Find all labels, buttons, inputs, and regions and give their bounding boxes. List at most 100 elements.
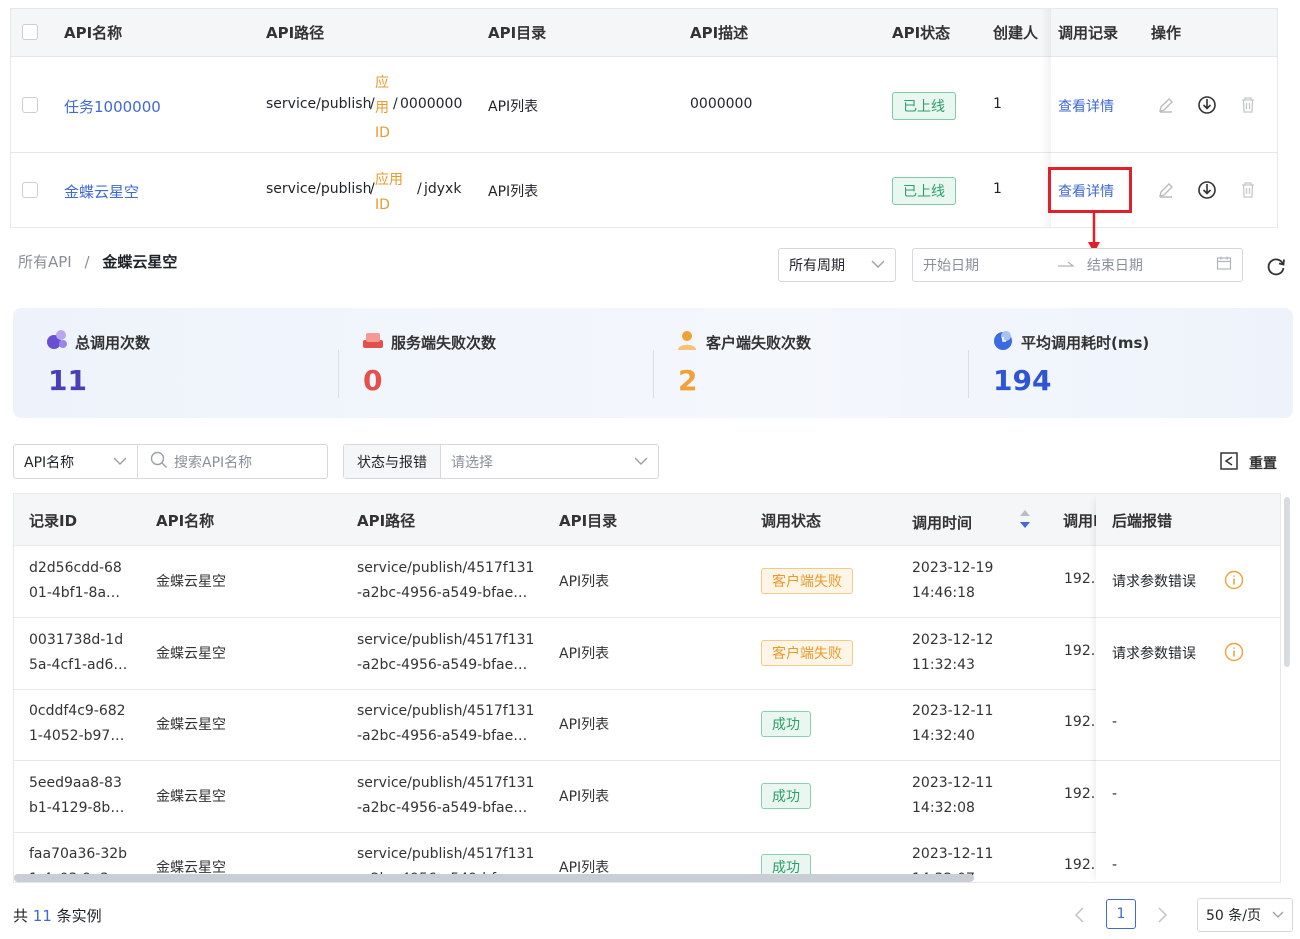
- stat-value: 11: [48, 364, 87, 397]
- chevron-down-icon: [113, 454, 127, 470]
- record-api-dir: API列表: [559, 717, 610, 733]
- total-suffix: 条实例: [56, 907, 102, 925]
- api-row: 任务1000000 service/publish / 应 用 ID / 000…: [11, 57, 1277, 153]
- view-detail-link[interactable]: 查看详情: [1058, 96, 1114, 116]
- api-path-suffix: 0000000: [400, 96, 463, 112]
- stat-server-failures: 服务端失败次数: [361, 328, 496, 356]
- table-row[interactable]: 5eed9aa8-83 b1-4129-8b… 金蝶云星空 service/publi…: [14, 761, 1280, 833]
- col-api-dir: API目录: [559, 512, 618, 530]
- record-id-line1: d2d56cdd-68: [29, 560, 122, 576]
- info-icon[interactable]: [1224, 642, 1244, 666]
- api-name-link[interactable]: 金蝶云星空: [64, 181, 139, 202]
- status-filter-group: 状态与报错 请选择: [343, 444, 659, 479]
- stat-label: 客户端失败次数: [706, 333, 812, 352]
- horizontal-scrollbar[interactable]: [14, 874, 974, 882]
- col-backend-error: 后端报错: [1112, 512, 1173, 530]
- stat-value: 2: [678, 364, 698, 397]
- stat-client-failures: 客户端失败次数: [676, 328, 811, 356]
- status-badge: 已上线: [892, 92, 956, 120]
- reset-icon: [1219, 451, 1239, 475]
- record-api-name: 金蝶云星空: [156, 645, 226, 662]
- highlight-box: [1048, 167, 1132, 213]
- record-api-dir: API列表: [559, 645, 610, 662]
- record-id-line1: faa70a36-32b: [29, 846, 128, 862]
- backend-error-text: 请求参数错误: [1112, 574, 1196, 590]
- end-date-input[interactable]: 结束日期: [1087, 255, 1216, 275]
- error-cell: -: [1096, 832, 1280, 882]
- record-api-path: service/publish/4517f131 -a2bc-4956-a549-…: [357, 628, 534, 678]
- edit-icon[interactable]: [1155, 179, 1177, 201]
- record-path-line2: -a2bc-4956-a549-bfae…: [357, 585, 528, 601]
- total-prefix: 共: [13, 907, 29, 925]
- record-time: 14:46:18: [912, 585, 975, 601]
- record-path-line1: service/publish/4517f131: [357, 703, 535, 719]
- info-icon[interactable]: [1224, 570, 1244, 594]
- server-error-icon: [361, 328, 385, 356]
- creator: 1: [993, 181, 1002, 197]
- stat-avg-latency: 平均调用耗时(ms): [991, 328, 1149, 356]
- start-date-input[interactable]: 开始日期: [923, 255, 1057, 275]
- status-filter-select[interactable]: 请选择: [441, 452, 658, 472]
- page-button-current[interactable]: 1: [1106, 899, 1136, 929]
- prev-page-icon[interactable]: [1073, 906, 1087, 928]
- backend-error-text: -: [1112, 785, 1118, 802]
- publish-icon[interactable]: [1196, 179, 1218, 201]
- table-row[interactable]: 0031738d-1d 5a-4cf1-ad6… 金蝶云星空 service/publ…: [14, 618, 1280, 690]
- record-date: 2023-12-12: [912, 631, 994, 648]
- record-api-path: service/publish/4517f131 -a2bc-4956-a549-…: [357, 771, 534, 821]
- record-id: 5eed9aa8-83 b1-4129-8b…: [29, 771, 124, 821]
- breadcrumb: 所有API / 金蝶云星空: [18, 251, 177, 272]
- col-api-name: API名称: [64, 24, 123, 42]
- stat-value: 194: [993, 364, 1052, 397]
- delete-icon[interactable]: [1237, 179, 1259, 201]
- stats-panel: 总调用次数 11 服务端失败次数 0 客户端失败次数 2 平均调用耗时(ms) …: [13, 308, 1293, 418]
- table-row[interactable]: 0cddf4c9-682 1-4052-b97… 金蝶云星空 service/publ…: [14, 689, 1280, 761]
- record-id-line2: 01-4bf1-8a…: [29, 585, 121, 601]
- api-path-prefix: service/publish: [266, 96, 372, 112]
- search-input[interactable]: 搜索API名称: [174, 452, 252, 472]
- breadcrumb-root[interactable]: 所有API: [18, 253, 72, 271]
- edit-icon[interactable]: [1155, 94, 1177, 116]
- backend-error-text: -: [1112, 714, 1118, 730]
- next-page-icon[interactable]: [1155, 906, 1169, 928]
- row-checkbox[interactable]: [22, 97, 38, 113]
- period-select[interactable]: 所有周期: [778, 248, 896, 282]
- record-date: 2023-12-19: [912, 560, 994, 576]
- api-path-app-id: 应用 ID: [375, 172, 403, 213]
- delete-icon[interactable]: [1237, 94, 1259, 116]
- record-path-line2: -a2bc-4956-a549-bfae…: [357, 656, 528, 673]
- api-path-prefix: service/publish: [266, 181, 372, 197]
- record-date: 2023-12-11: [912, 846, 994, 862]
- stat-label: 平均调用耗时(ms): [1021, 333, 1150, 352]
- date-range-picker[interactable]: 开始日期 结束日期: [912, 248, 1243, 282]
- total-count: 共 11 条实例: [13, 905, 102, 926]
- breadcrumb-separator: /: [84, 253, 90, 271]
- api-dir: API列表: [488, 184, 539, 200]
- stat-value: 0: [363, 364, 383, 397]
- sort-icon[interactable]: [1018, 508, 1032, 534]
- record-id: 0cddf4c9-682 1-4052-b97…: [29, 699, 126, 749]
- record-id-line1: 0cddf4c9-682: [29, 703, 126, 719]
- chevron-down-icon: [871, 257, 885, 273]
- refresh-icon[interactable]: [1265, 255, 1287, 281]
- table-row[interactable]: d2d56cdd-68 01-4bf1-8a… 金蝶云星空 service/publi…: [14, 546, 1280, 618]
- stat-divider: [968, 350, 969, 398]
- error-cell: -: [1096, 689, 1280, 761]
- api-table-header: API名称 API路径 API目录 API描述 API状态 创建人 调用记录 操…: [11, 9, 1277, 57]
- search-field-select[interactable]: API名称: [14, 445, 138, 478]
- record-path-line1: service/publish/4517f131: [357, 631, 535, 648]
- records-table-header: 记录ID API名称 API路径 API目录 调用状态 调用时间 调用I: [14, 494, 1280, 546]
- chevron-down-icon: [634, 454, 648, 470]
- page-size-select[interactable]: 50 条/页: [1197, 898, 1293, 932]
- record-api-dir: API列表: [559, 574, 610, 590]
- reset-button[interactable]: 重置: [1219, 451, 1277, 475]
- chevron-down-icon: [1272, 907, 1284, 923]
- row-checkbox[interactable]: [22, 182, 38, 198]
- backend-error-text: 请求参数错误: [1112, 645, 1196, 662]
- api-name-link[interactable]: 任务1000000: [64, 96, 161, 117]
- select-all-checkbox[interactable]: [22, 24, 38, 40]
- publish-icon[interactable]: [1196, 94, 1218, 116]
- record-path-line1: service/publish/4517f131: [357, 560, 535, 576]
- record-api-dir: API列表: [559, 788, 610, 805]
- vertical-scrollbar[interactable]: [1284, 497, 1290, 667]
